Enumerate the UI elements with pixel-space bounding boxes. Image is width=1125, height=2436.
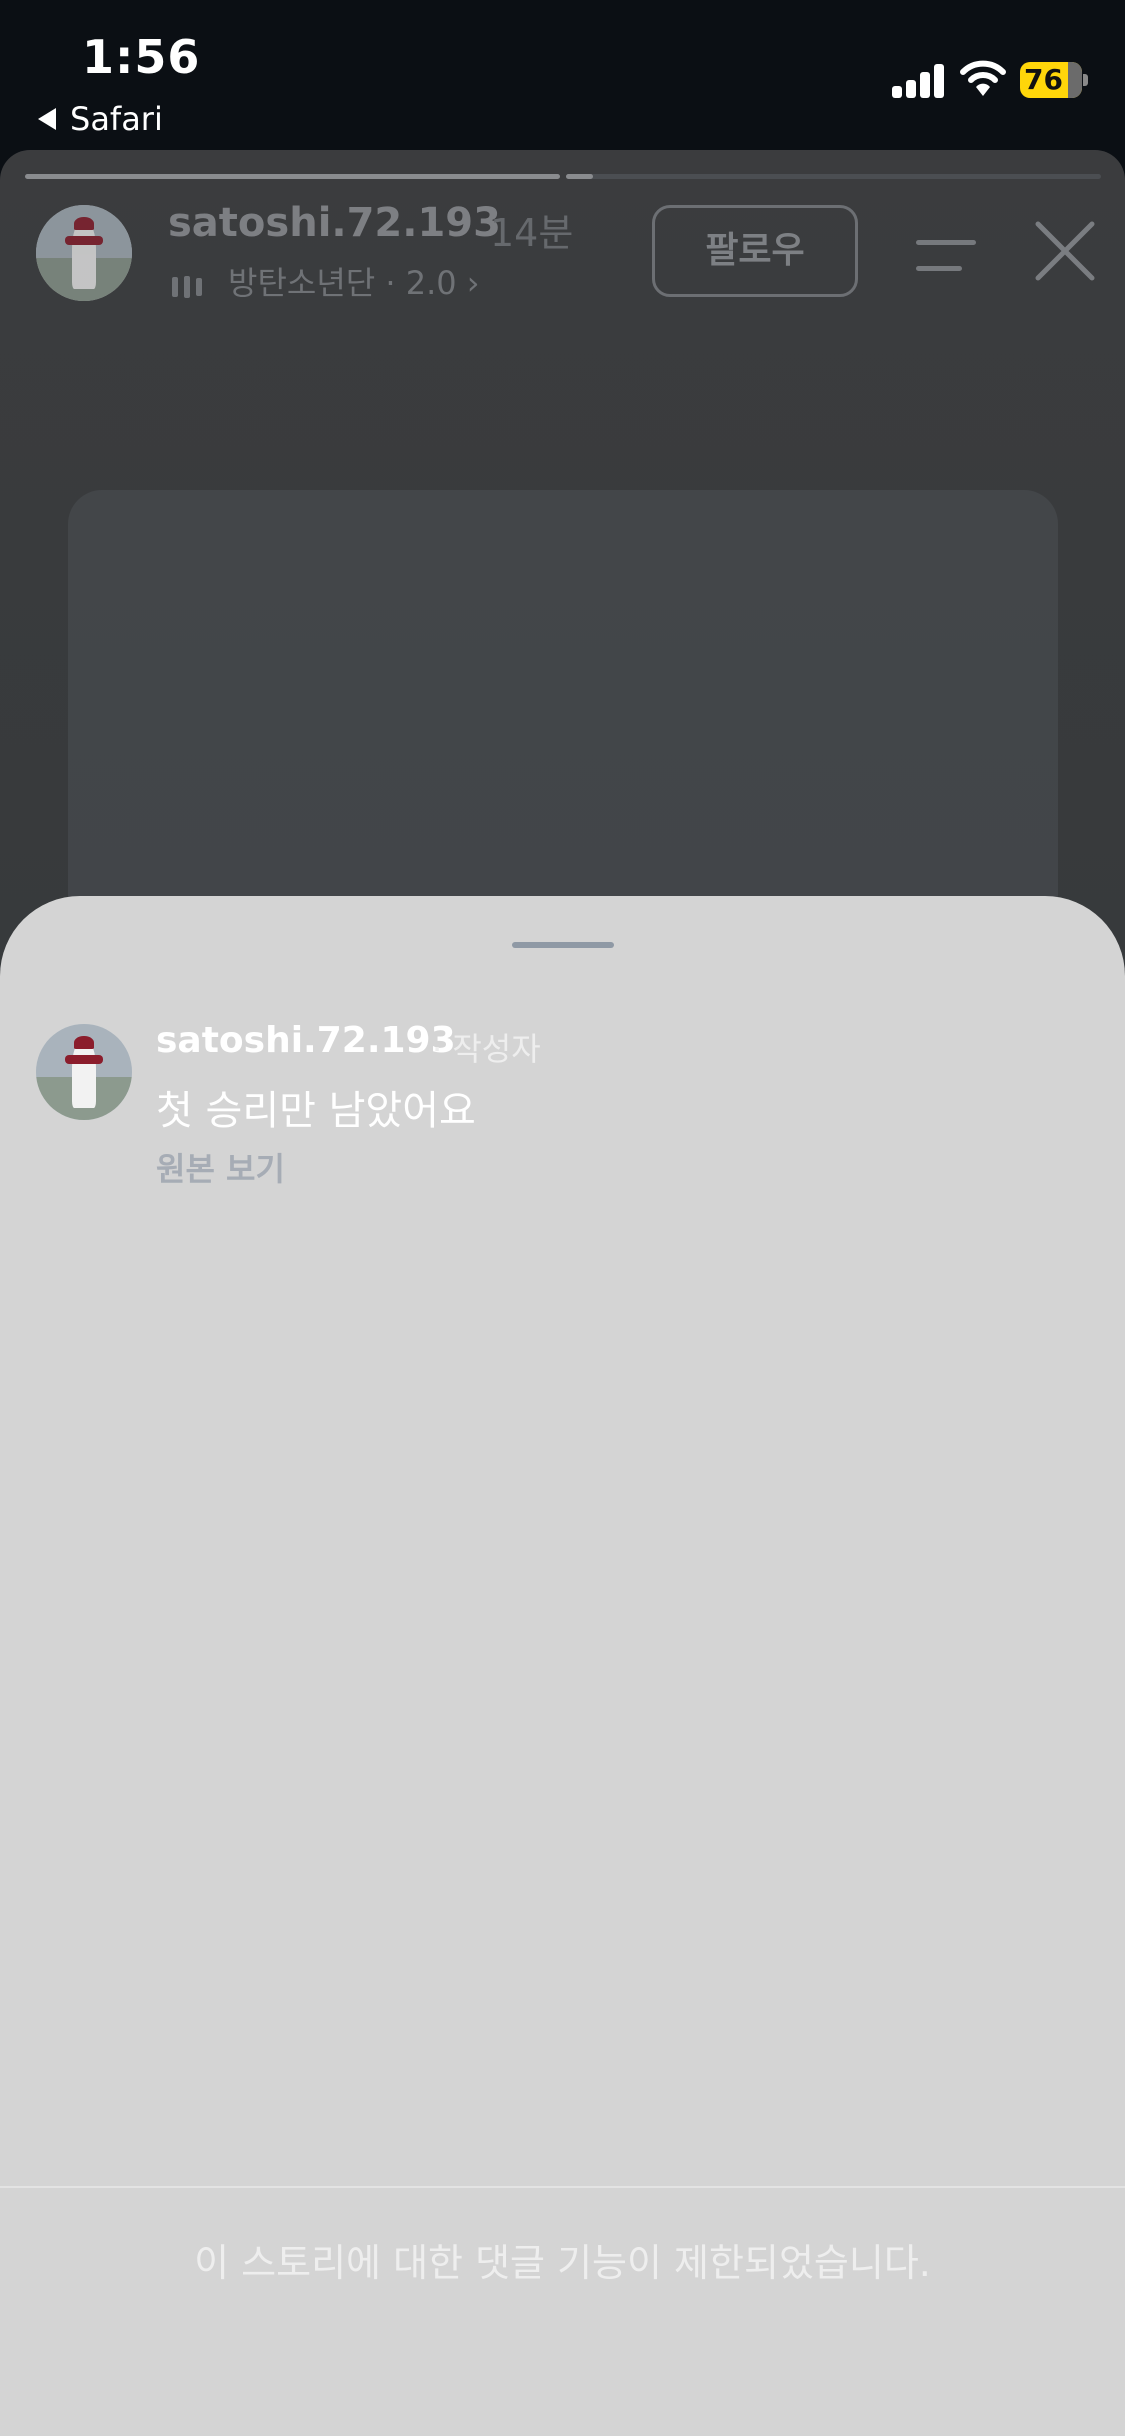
divider: [0, 2186, 1125, 2188]
comments-sheet: satoshi.72.193 · 작성자 첫 승리만 남았어요 원본 보기 이 …: [0, 896, 1125, 2436]
avatar[interactable]: [36, 205, 132, 301]
status-bar: 1:56 Safari 76: [0, 0, 1125, 150]
follow-button[interactable]: 팔로우: [652, 205, 858, 297]
back-arrow-icon: [38, 108, 56, 130]
story-progress-segment-2: [566, 174, 1101, 179]
avatar[interactable]: [36, 1024, 132, 1120]
battery-level: 76: [1024, 63, 1063, 96]
comment-author-tag: · 작성자: [432, 1030, 541, 1068]
sheet-drag-area[interactable]: [0, 896, 1125, 996]
story-time-ago: 14분: [490, 211, 574, 255]
wifi-icon: [960, 60, 1006, 96]
comment-username[interactable]: satoshi.72.193: [156, 1020, 456, 1061]
comments-restricted-notice: 이 스토리에 대한 댓글 기능이 제한되었습니다.: [194, 2241, 931, 2285]
music-label: 방탄소년단 · 2.0 ›: [228, 264, 480, 302]
comment-text: 첫 승리만 남았어요: [156, 1088, 476, 1134]
battery-icon: 76: [1020, 62, 1088, 98]
sheet-grabber[interactable]: [512, 942, 614, 948]
music-bars-icon: [172, 266, 208, 304]
back-label: Safari: [70, 100, 163, 138]
menu-icon[interactable]: [916, 240, 976, 274]
signal-icon: [892, 62, 946, 98]
story-progress-segment-1: [25, 174, 560, 179]
back-to-safari-button[interactable]: Safari: [38, 100, 163, 138]
clock: 1:56: [82, 30, 201, 84]
story-username[interactable]: satoshi.72.193: [168, 200, 501, 246]
story-music-link[interactable]: 방탄소년단 · 2.0 ›: [172, 258, 480, 304]
close-icon[interactable]: [1032, 218, 1098, 284]
view-original-link[interactable]: 원본 보기: [156, 1144, 285, 1190]
